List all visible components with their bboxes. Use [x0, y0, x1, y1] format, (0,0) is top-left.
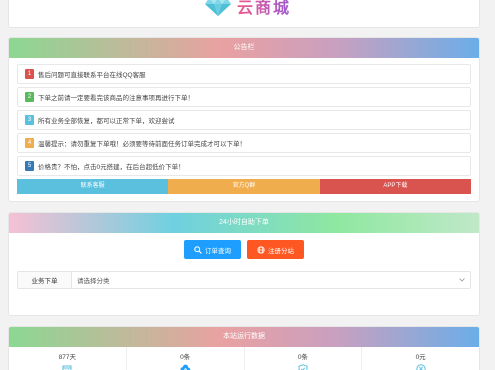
- contact-service-button[interactable]: 联系客服: [17, 179, 169, 194]
- order-query-button[interactable]: 订单查询: [184, 240, 241, 259]
- app-download-button[interactable]: APP下载: [319, 179, 471, 194]
- category-label: 业务下单: [18, 272, 72, 288]
- stat-value: 0条: [297, 354, 308, 361]
- notice-title: 公告栏: [9, 38, 479, 58]
- notice-number-badge: 3: [25, 115, 34, 125]
- stat-value: 0条: [180, 354, 191, 361]
- stat-revenue: 0元: [362, 347, 479, 370]
- category-row: 业务下单 请选择分类: [17, 271, 471, 289]
- diamond-icon: [205, 0, 231, 16]
- notice-text: 所有业务全部恢复，都可以正常下单，欢迎尝试: [38, 118, 175, 125]
- notice-text: 售后问题可直接联系平台在线QQ客服: [38, 72, 146, 79]
- globe-icon: [257, 245, 265, 254]
- cloud-upload-icon: [180, 364, 190, 370]
- stat-uptime: 877天: [9, 347, 127, 370]
- calendar-icon: [62, 365, 72, 370]
- notice-number-badge: 1: [25, 69, 34, 79]
- order-button-row: 订单查询 注册分站: [9, 240, 479, 259]
- yen-icon: [415, 364, 426, 370]
- order-query-label: 订单查询: [205, 247, 231, 255]
- notice-text: 价格贵？不怕，点击0元搭建，在后台超低价下单！: [38, 164, 185, 171]
- logo-card: 云商城: [8, 0, 480, 28]
- notice-card: 公告栏 1 售后问题可直接联系平台在线QQ客服 2 下单之前请一定要看完该商品的…: [8, 37, 480, 202]
- notice-number-badge: 4: [25, 138, 34, 148]
- category-select-value: 请选择分类: [77, 278, 110, 285]
- notice-item: 3 所有业务全部恢复，都可以正常下单，欢迎尝试: [17, 110, 471, 130]
- notice-button-row: 联系客服 官方Q群 APP下载: [17, 179, 471, 194]
- stat-orders: 0条: [127, 347, 245, 370]
- site-logo[interactable]: 云商城: [205, 0, 291, 18]
- notice-number-badge: 5: [25, 161, 34, 171]
- shield-check-icon: [298, 364, 308, 370]
- search-icon: [194, 245, 202, 254]
- stats-title: 本站运行数据: [9, 327, 479, 347]
- stat-completed: 0条: [245, 347, 363, 370]
- notice-item: 4 温馨提示：请勿重复下单哦！必须要等待前面任务订单完成才可以下单！: [17, 133, 471, 153]
- notice-list: 1 售后问题可直接联系平台在线QQ客服 2 下单之前请一定要看完该商品的注意事项…: [9, 58, 479, 176]
- notice-item: 5 价格贵？不怕，点击0元搭建，在后台超低价下单！: [17, 156, 471, 176]
- chevron-down-icon: [459, 278, 465, 282]
- notice-text: 温馨提示：请勿重复下单哦！必须要等待前面任务订单完成才可以下单！: [38, 141, 246, 148]
- notice-text: 下单之前请一定要看完该商品的注意事项再进行下单！: [38, 95, 194, 102]
- register-substation-button[interactable]: 注册分站: [247, 240, 304, 259]
- order-title: 24小时自助下单: [9, 213, 479, 233]
- stats-row: 877天 0条 0条 0元: [9, 347, 479, 370]
- notice-item: 2 下单之前请一定要看完该商品的注意事项再进行下单！: [17, 87, 471, 107]
- notice-number-badge: 2: [25, 92, 34, 102]
- stat-value: 0元: [415, 354, 426, 361]
- brand-name: 云商城: [237, 0, 291, 18]
- stats-card: 本站运行数据 877天 0条 0条 0元: [8, 326, 480, 370]
- official-qq-group-button[interactable]: 官方Q群: [168, 179, 320, 194]
- register-substation-label: 注册分站: [268, 247, 294, 255]
- notice-item: 1 售后问题可直接联系平台在线QQ客服: [17, 64, 471, 84]
- stat-value: 877天: [58, 354, 77, 361]
- category-select[interactable]: 请选择分类: [72, 272, 470, 288]
- order-card: 24小时自助下单 订单查询 注册分站 业务下单 请选择分类: [8, 212, 480, 316]
